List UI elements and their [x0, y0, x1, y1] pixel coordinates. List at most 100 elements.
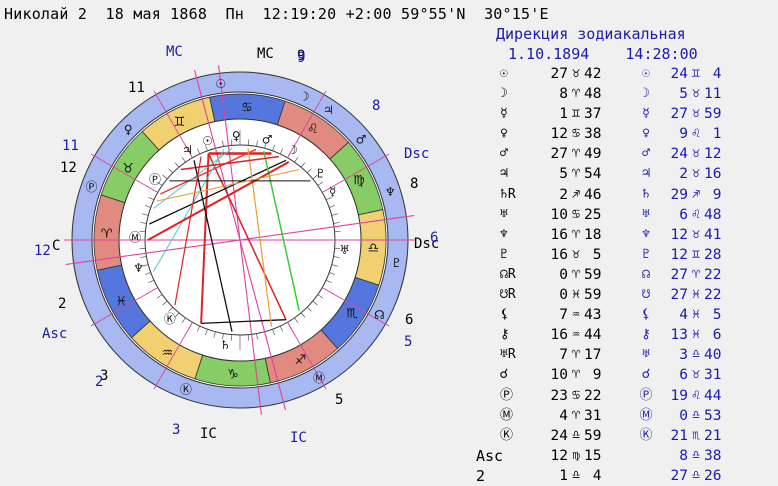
position-min: 54 — [584, 166, 602, 183]
position-sign: ♈ — [572, 367, 580, 383]
position-deg: 7 — [559, 347, 568, 364]
zodiac-glyph: ♑ — [227, 367, 239, 382]
position-sign: ♓ — [572, 287, 580, 303]
position-sign: ♓ — [692, 287, 700, 303]
position-row: ☊R 0 ♈ 59 — [472, 265, 606, 285]
position-min: 4 — [704, 66, 722, 82]
position-min: 59 — [704, 106, 722, 123]
position-sign: ♊ — [572, 106, 580, 122]
position-min: 41 — [704, 226, 722, 243]
planet-glyph: ☽ — [287, 143, 298, 157]
position-min: 38 — [584, 126, 602, 143]
position-sign: ♉ — [692, 106, 700, 122]
position-sign: ♒ — [572, 327, 580, 343]
position-sign: ♉ — [692, 146, 700, 162]
position-deg: 24 — [670, 66, 688, 82]
planet-glyph-outer: Ⓟ — [86, 180, 98, 194]
position-min: 21 — [704, 427, 722, 444]
position-sign: ♈ — [572, 146, 580, 162]
position-sign: ♌ — [692, 387, 700, 403]
position-sign: ♈ — [572, 347, 580, 363]
position-deg: 13 — [670, 327, 688, 344]
direction-date: 1.10.1894 — [508, 45, 590, 63]
position-sym: Ⓜ — [500, 407, 514, 423]
c-label: C — [52, 238, 60, 254]
position-deg: 9 — [679, 126, 688, 143]
position-deg: 0 — [559, 266, 568, 283]
position-min: 18 — [584, 226, 602, 243]
position-row: ♂ 27 ♈ 49 — [472, 144, 606, 164]
timezone: +2:00 — [345, 5, 392, 23]
position-sym: ☋R — [500, 287, 516, 303]
position-row: ⚷ 16 ♒ 44 — [472, 325, 606, 345]
position-deg: 4 — [679, 307, 688, 324]
position-sym: Asc — [476, 446, 504, 465]
position-min: 5 — [704, 307, 722, 324]
position-row: ⚸ 4 ♓ 5 — [632, 305, 726, 325]
house-number: 8 — [410, 176, 418, 192]
house-number: 11 — [128, 80, 145, 96]
planet-glyph: ♆ — [133, 261, 144, 275]
position-min: 16 — [704, 166, 722, 183]
position-row: ☉ 27 ♉ 42 — [472, 64, 606, 84]
planet-glyph-outer: ♆ — [385, 185, 396, 199]
position-deg: 0 — [679, 407, 688, 424]
planet-glyph: ♅ — [339, 243, 350, 257]
position-sym: ♇ — [500, 246, 508, 262]
zodiac-glyph: ♍ — [353, 173, 365, 188]
dsc-dir-label: Dsc — [404, 146, 429, 162]
position-sym: ♃ — [642, 166, 650, 182]
position-row: 8 ♎ 38 — [632, 446, 726, 466]
chart-wheel: ♈♉♊♋♌♍♎♏♐♑♒♓☉♃♀ ♂☽♇☿♅ⓂⓀ♄Ⓟ♆☉☽♀♂♃Ⓟ ♆♇Ⓚ☊ⓂMCMC… — [34, 44, 439, 446]
position-sym: ☉ — [642, 66, 650, 81]
position-sign: ♒ — [572, 307, 580, 323]
position-sym: ♆ — [642, 226, 650, 242]
position-sign: ♎ — [572, 427, 580, 443]
position-deg: 27 — [670, 266, 688, 283]
position-deg: 23 — [550, 387, 568, 404]
position-sym: ☽ — [642, 86, 650, 102]
position-sign: ♈ — [572, 407, 580, 423]
position-sym: ♂ — [500, 146, 508, 162]
position-sign: ♉ — [692, 166, 700, 182]
position-sign: ♓ — [692, 307, 700, 323]
position-deg: 5 — [679, 86, 688, 103]
position-row: ☌ 6 ♉ 31 — [632, 365, 726, 385]
position-sym: ♆ — [500, 226, 508, 242]
position-row: Ⓜ 0 ♎ 53 — [632, 406, 726, 426]
position-sign: ♉ — [692, 226, 700, 242]
position-sym: ⚸ — [641, 307, 651, 323]
position-row: ⚸ 7 ♒ 43 — [472, 305, 606, 325]
position-sign: ♉ — [692, 86, 700, 102]
position-deg: 7 — [559, 307, 568, 324]
planet-glyph: Ⓜ — [129, 230, 141, 244]
position-sign: ♈ — [692, 266, 700, 282]
latitude: 59°55'N — [400, 5, 466, 23]
position-min: 37 — [584, 106, 602, 123]
position-deg: 0 — [559, 287, 568, 304]
ic-label: IC — [200, 426, 217, 442]
position-deg: 10 — [550, 206, 568, 223]
planet-glyph-outer: Ⓜ — [313, 371, 325, 385]
position-min: 12 — [704, 146, 722, 163]
house-number-dir: 8 — [372, 98, 380, 114]
position-sign: ♊ — [692, 246, 700, 262]
position-min: 9 — [584, 367, 602, 384]
birth-date: 18 мая 1868 — [105, 5, 208, 23]
position-sign: ♋ — [572, 126, 580, 142]
position-row: Ⓟ 19 ♌ 44 — [632, 386, 726, 406]
position-deg: 8 — [559, 86, 568, 103]
position-row: Ⓚ 24 ♎ 59 — [472, 426, 606, 446]
position-sym: ♀ — [500, 126, 508, 142]
zodiac-glyph: ♌ — [307, 122, 319, 137]
position-row: ♀ 12 ♋ 38 — [472, 124, 606, 144]
position-deg: 16 — [550, 246, 568, 263]
position-sym: ⚷ — [500, 327, 510, 343]
zodiac-glyph: ♉ — [122, 161, 134, 176]
position-row: Asc 12 ♍ 15 — [472, 446, 606, 466]
house-number-dir: 3 — [172, 422, 180, 438]
position-sym: Ⓟ — [500, 387, 514, 403]
position-row: ♄ 29 ♐ 9 — [632, 185, 726, 205]
house-number: 12 — [60, 160, 77, 176]
position-min: 28 — [704, 246, 722, 263]
